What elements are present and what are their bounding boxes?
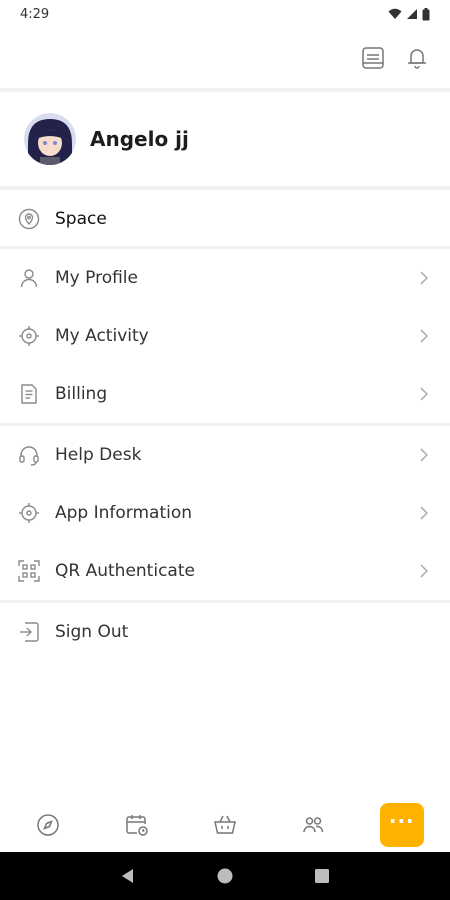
back-icon[interactable]	[120, 868, 136, 884]
signal-icon	[407, 9, 417, 19]
menu-label-help-desk: Help Desk	[55, 445, 142, 465]
system-nav-bar	[0, 852, 450, 900]
people-icon	[303, 817, 324, 833]
chevron-right-icon	[418, 563, 430, 579]
menu-item-my-profile[interactable]: My Profile	[0, 249, 450, 307]
menu-item-sign-out[interactable]: Sign Out	[0, 603, 450, 661]
menu-label-sign-out: Sign Out	[55, 622, 129, 642]
profile-name: Angelo jj	[90, 127, 189, 151]
chevron-right-icon	[418, 386, 430, 402]
notes-icon	[362, 47, 384, 69]
menu-label-billing: Billing	[55, 384, 108, 404]
home-icon[interactable]	[217, 868, 233, 884]
recents-icon[interactable]	[314, 868, 330, 884]
menu-label-my-profile: My Profile	[55, 268, 138, 288]
wifi-icon	[388, 8, 402, 19]
menu-item-space[interactable]: Space	[0, 190, 450, 248]
bell-icon	[408, 49, 426, 69]
more-icon: ···	[388, 809, 415, 833]
nav-schedule-button[interactable]	[115, 803, 159, 847]
nav-more-button[interactable]: ···	[379, 803, 424, 847]
crosshair-icon	[18, 325, 40, 347]
top-toolbar	[0, 28, 450, 88]
avatar	[24, 113, 76, 165]
chevron-right-icon	[418, 505, 430, 521]
status-icons	[388, 7, 430, 21]
menu-label-qr-authenticate: QR Authenticate	[55, 561, 195, 581]
menu-label-my-activity: My Activity	[55, 326, 149, 346]
status-bar: 4:29	[0, 0, 450, 28]
basket-icon	[214, 815, 236, 834]
menu-item-app-information[interactable]: App Information	[0, 484, 450, 542]
menu-item-my-activity[interactable]: My Activity	[0, 307, 450, 365]
chevron-right-icon	[418, 447, 430, 463]
person-icon	[18, 267, 40, 289]
notification-button[interactable]	[404, 45, 430, 71]
chevron-right-icon	[418, 328, 430, 344]
compass-icon	[37, 814, 59, 836]
bottom-nav: ···	[0, 798, 450, 852]
location-pin-icon	[18, 208, 40, 230]
nav-basket-button[interactable]	[203, 803, 247, 847]
profile-header[interactable]: Angelo jj	[0, 92, 450, 186]
chevron-right-icon	[418, 270, 430, 286]
calendar-clock-icon	[125, 815, 148, 836]
sign-out-icon	[18, 621, 40, 643]
document-icon	[18, 383, 40, 405]
crosshair-icon	[18, 502, 40, 524]
status-time: 4:29	[20, 6, 50, 22]
nav-people-button[interactable]	[291, 803, 335, 847]
notes-button[interactable]	[360, 45, 386, 71]
menu-item-billing[interactable]: Billing	[0, 365, 450, 423]
battery-icon	[422, 7, 430, 20]
menu-label-space: Space	[55, 209, 107, 229]
menu-label-app-information: App Information	[55, 503, 193, 523]
menu-item-qr-authenticate[interactable]: QR Authenticate	[0, 542, 450, 600]
headset-icon	[18, 444, 40, 466]
qr-scan-icon	[18, 560, 40, 582]
menu-item-help-desk[interactable]: Help Desk	[0, 426, 450, 484]
nav-explore-button[interactable]	[26, 803, 70, 847]
